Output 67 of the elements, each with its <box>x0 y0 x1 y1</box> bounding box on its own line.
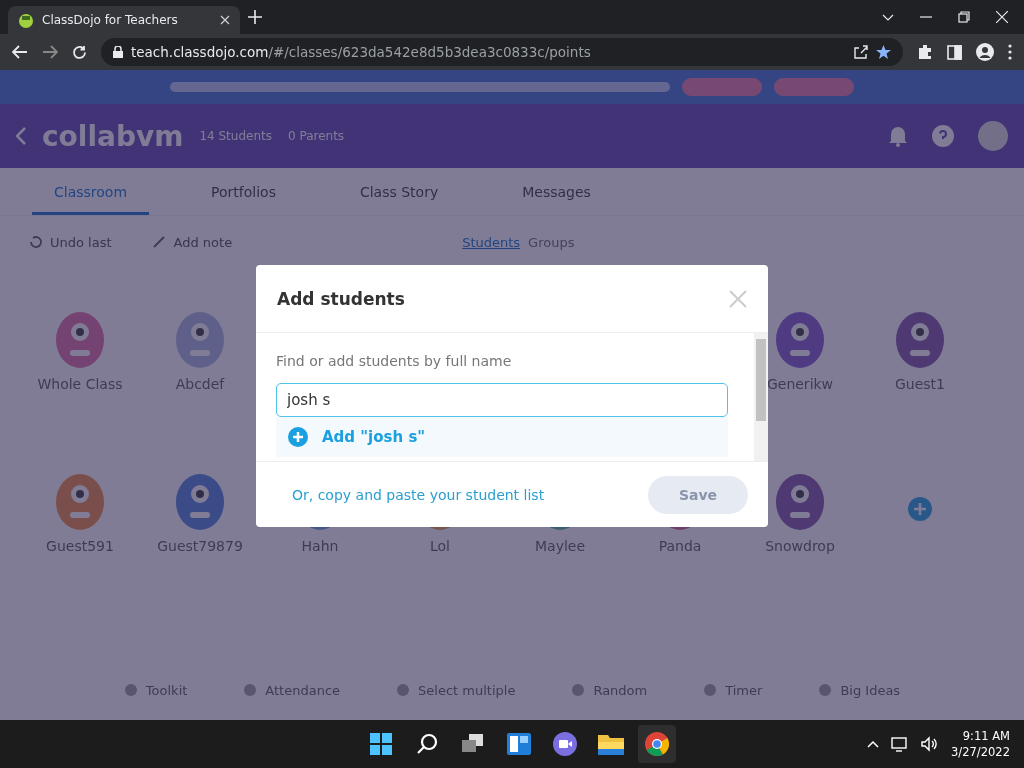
tool-icon <box>571 683 586 697</box>
tool-icon <box>396 683 411 697</box>
browser-tab[interactable]: ClassDojo for Teachers <box>8 6 240 34</box>
tool-icon <box>703 683 718 697</box>
back-icon[interactable] <box>12 45 28 59</box>
toolbar-item[interactable]: Timer <box>703 682 763 698</box>
plus-icon <box>288 427 308 447</box>
chrome-icon[interactable] <box>638 725 676 763</box>
paste-list-link[interactable]: Or, copy and paste your student list <box>292 486 545 503</box>
star-icon[interactable] <box>876 44 891 60</box>
tool-icon <box>818 683 833 697</box>
student-name: Whole Class <box>36 376 124 392</box>
student-name: Generikw <box>765 376 835 392</box>
view-toggle[interactable]: Students <box>462 234 521 250</box>
classdojo-icon <box>18 12 34 28</box>
student-name: Panda <box>657 538 703 554</box>
name-field[interactable]: josh s <box>276 383 728 417</box>
student-name: Snowdrop <box>764 538 836 554</box>
add-suggestion[interactable]: Add "josh s" <box>276 417 728 457</box>
pencil-icon <box>151 235 166 249</box>
nav-tab[interactable]: Portfolios <box>189 184 298 215</box>
close-icon[interactable] <box>220 15 230 25</box>
student-name: Guest79879 <box>156 538 244 554</box>
restore-icon[interactable] <box>958 11 970 23</box>
student-name: Guest1 <box>894 376 946 392</box>
student-count[interactable]: 14 Students <box>199 129 272 143</box>
lock-icon <box>113 46 123 58</box>
clock[interactable]: 9:11 AM 3/27/2022 <box>951 728 1010 760</box>
tool-icon <box>243 683 258 697</box>
class-name: collabvm <box>42 119 184 153</box>
address-bar[interactable]: teach.classdojo.com/#/classes/623da542e8d5b3dea3c0833c/points <box>101 38 903 66</box>
dialog-title: Add students <box>277 288 405 309</box>
menu-icon[interactable] <box>1008 44 1012 60</box>
nav-tab[interactable]: Classroom <box>32 184 150 215</box>
toolbar-item[interactable]: Random <box>571 682 648 698</box>
sidebar-icon[interactable] <box>947 44 962 60</box>
action-button[interactable]: Undo last <box>28 234 112 250</box>
toolbar-item[interactable]: Big Ideas <box>818 682 901 698</box>
network-icon[interactable] <box>891 736 910 752</box>
puzzle-icon[interactable] <box>917 44 933 60</box>
parent-count[interactable]: 0 Parents <box>288 129 345 143</box>
nav-tab[interactable]: Messages <box>500 184 613 215</box>
help-icon[interactable] <box>932 125 954 147</box>
bell-icon[interactable] <box>888 125 908 147</box>
student-name: Maylee <box>533 538 587 554</box>
student-name: Abcdef <box>174 376 226 392</box>
toolbar-item[interactable]: Toolkit <box>123 682 188 698</box>
toolbar-item[interactable]: Attendance <box>243 682 341 698</box>
close-icon[interactable] <box>996 11 1008 23</box>
share-icon[interactable] <box>854 45 868 59</box>
view-toggle[interactable]: Groups <box>528 234 575 250</box>
volume-icon[interactable] <box>921 736 940 752</box>
action-button[interactable]: Add note <box>151 234 233 250</box>
undo-icon <box>28 235 42 249</box>
reload-icon[interactable] <box>72 44 87 60</box>
scrollbar[interactable] <box>754 333 768 461</box>
new-tab-icon[interactable] <box>248 10 262 24</box>
profile-icon[interactable] <box>976 43 994 61</box>
chevron-up-icon[interactable] <box>867 740 880 748</box>
toolbar-item[interactable]: Select multiple <box>396 682 516 698</box>
student-name: Hahn <box>300 538 340 554</box>
forward-icon[interactable] <box>42 45 58 59</box>
field-label: Find or add students by full name <box>276 353 513 369</box>
nav-tab[interactable]: Class Story <box>337 184 461 215</box>
tool-icon <box>123 683 138 697</box>
student-name: Guest591 <box>45 538 115 554</box>
student-name: Lol <box>429 538 451 554</box>
